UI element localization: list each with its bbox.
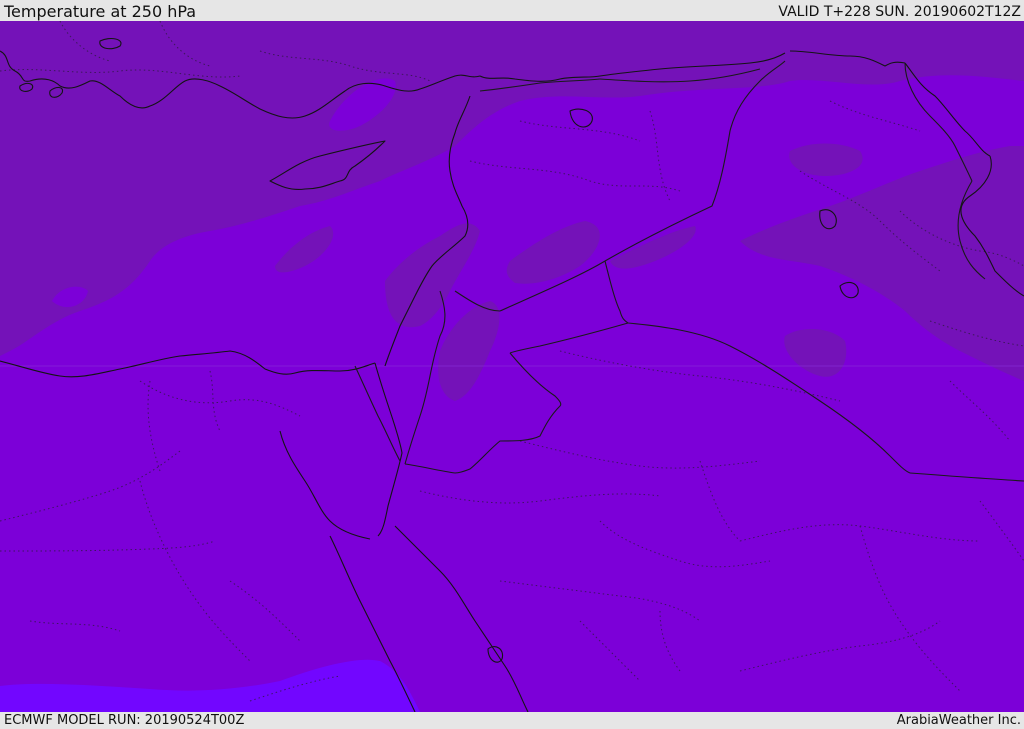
footer-bar: ECMWF MODEL RUN: 20190524T00Z ArabiaWeat… <box>0 712 1024 729</box>
map-title: Temperature at 250 hPa <box>4 2 197 21</box>
valid-time: VALID T+228 SUN. 20190602T12Z <box>778 4 1021 20</box>
map-canvas <box>0 21 1024 712</box>
weather-map[interactable] <box>0 21 1024 712</box>
credit-label: ArabiaWeather Inc. <box>896 713 1021 728</box>
header-bar: Temperature at 250 hPa VALID T+228 SUN. … <box>0 0 1024 21</box>
model-run-label: ECMWF MODEL RUN: 20190524T00Z <box>4 713 245 728</box>
